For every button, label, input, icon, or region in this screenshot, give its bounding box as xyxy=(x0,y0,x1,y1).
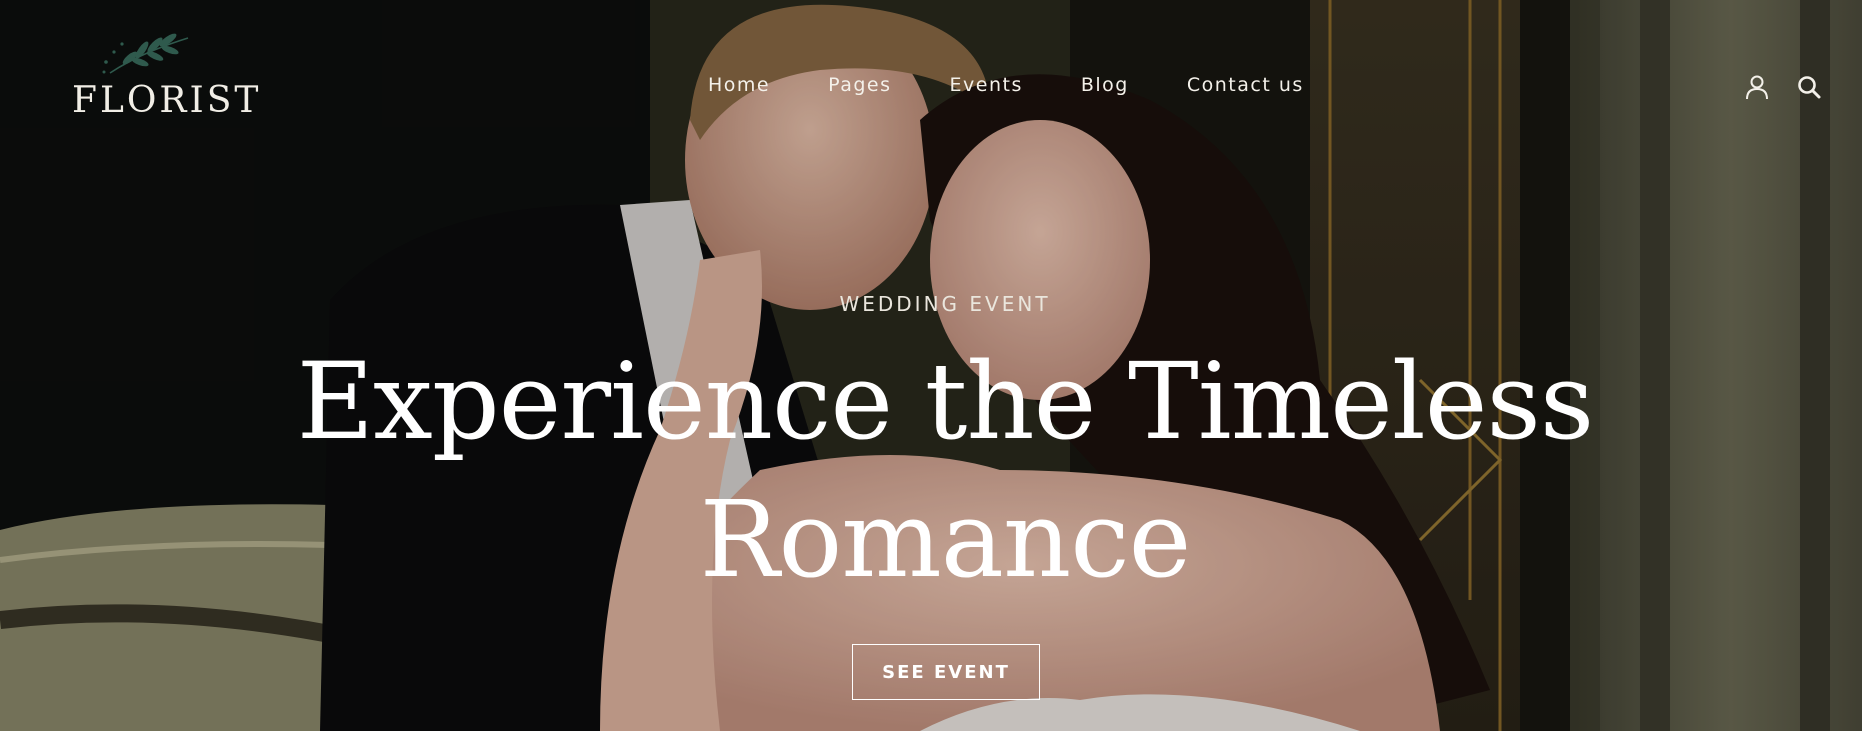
hero-eyebrow: WEDDING EVENT xyxy=(839,292,1051,316)
hero-content: WEDDING EVENT Experience the Timeless Ro… xyxy=(0,0,1862,731)
hero-title-line1: Experience the Timeless xyxy=(296,340,1595,463)
see-event-button[interactable]: SEE EVENT xyxy=(852,644,1040,700)
hero-title-line2: Romance xyxy=(699,478,1192,601)
hero-section: FLORIST Home Pages Events Blog Contact u… xyxy=(0,0,1862,731)
hero-title: Experience the Timeless Romance xyxy=(0,333,1862,609)
